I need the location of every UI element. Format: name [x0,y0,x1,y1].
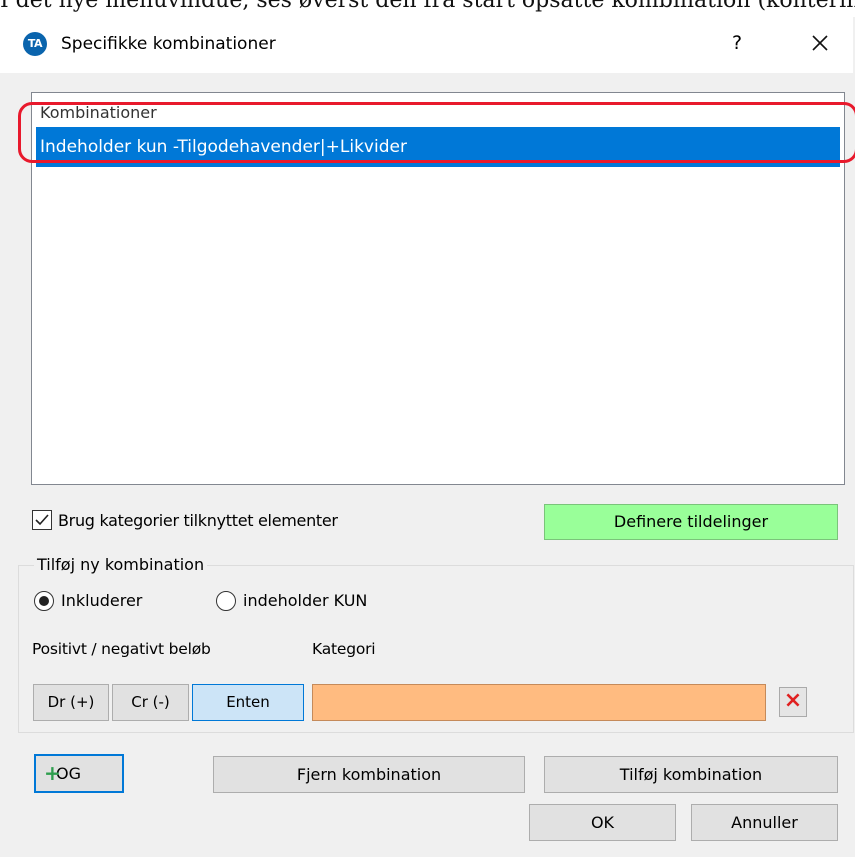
and-button[interactable]: + OG [34,754,124,793]
category-label: Kategori [312,640,376,658]
ok-button[interactable]: OK [529,804,676,841]
either-button[interactable]: Enten [192,684,304,721]
document-caption: I det nye menuvindue, ses øverst den fra… [0,0,855,13]
radio-includes-circle[interactable] [34,591,54,611]
app-logo-icon: TA [23,32,47,56]
close-button[interactable] [805,25,835,61]
cancel-button[interactable]: Annuller [691,804,838,841]
title-bar: TA Specifikke kombinationer ? [0,17,853,73]
radio-contains-only-label: indeholder KUN [243,591,368,610]
checkmark-icon [35,514,49,526]
radio-selected-dot [39,596,49,606]
x-icon: × [783,688,803,713]
category-field[interactable] [312,684,766,721]
amount-label: Positivt / negativt beløb [32,640,211,658]
use-categories-label: Brug kategorier tilknyttet elementer [58,511,338,530]
highlight-outline [18,102,855,163]
clear-category-button[interactable]: × [779,687,807,717]
radio-contains-only-circle[interactable] [216,591,236,611]
credit-button[interactable]: Cr (-) [112,684,189,721]
window-title: Specifikke kombinationer [61,34,276,54]
radio-includes-label: Inkluderer [61,591,143,610]
close-icon [812,35,828,51]
plus-icon: + [44,761,61,785]
define-assignments-button[interactable]: Definere tildelinger [544,504,838,540]
group-legend: Tilføj ny kombination [34,552,208,578]
use-categories-checkbox[interactable] [32,510,52,530]
debit-button[interactable]: Dr (+) [33,684,109,721]
add-combination-button[interactable]: Tilføj kombination [544,756,838,793]
help-button[interactable]: ? [727,26,747,60]
remove-combination-button[interactable]: Fjern kombination [213,756,525,793]
